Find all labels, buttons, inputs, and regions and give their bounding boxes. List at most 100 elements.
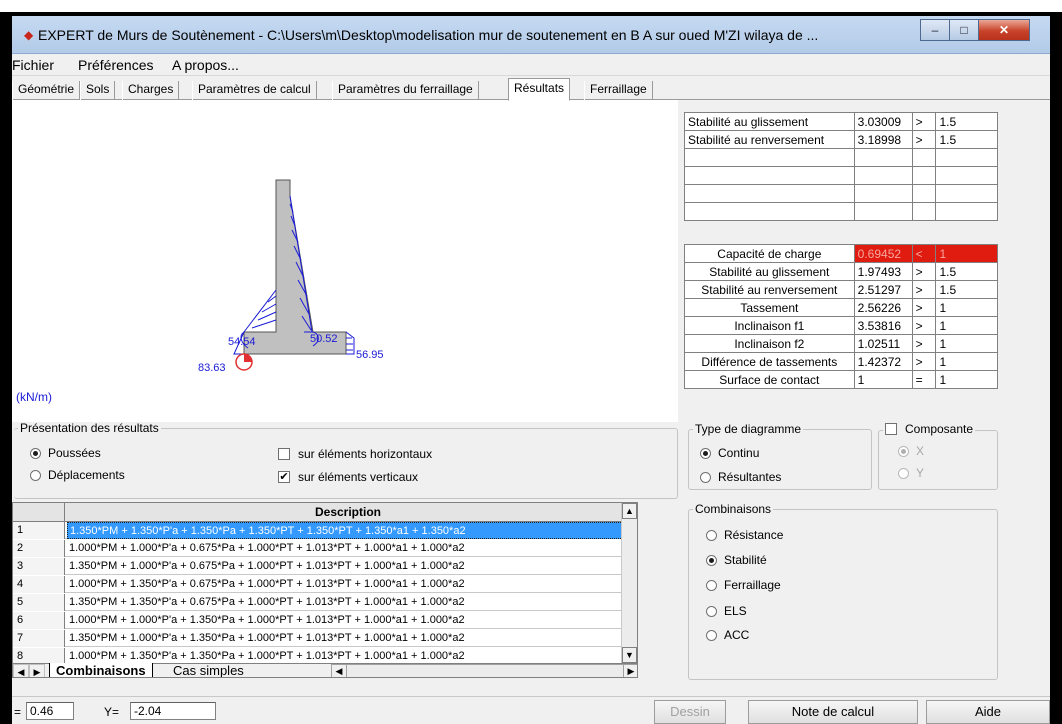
checkbox-composante[interactable]: Composante [885, 422, 973, 436]
radio-resistance[interactable]: Résistance [706, 528, 783, 542]
row-description[interactable]: 1.350*PM + 1.350*P'a + 1.350*Pa + 1.350*… [67, 522, 623, 539]
app-logo-icon[interactable]: ◆ [24, 29, 34, 41]
row-number[interactable]: 4 [13, 576, 65, 593]
tab-sols[interactable]: Sols [80, 81, 116, 100]
radio-stabilite[interactable]: Stabilité [706, 553, 767, 567]
row-number[interactable]: 1 [13, 522, 65, 539]
label-left-heel: 83.63 [198, 362, 226, 374]
title-bar: ◆ EXPERT de Murs de Soutènement - C:\Use… [12, 16, 1050, 54]
horizontal-scrollbar[interactable]: ◀ ▶ [331, 664, 637, 677]
menu-a-propos[interactable]: A propos... [172, 57, 239, 73]
table-row[interactable]: 3 1.350*PM + 1.000*P'a + 0.675*Pa + 1.000… [13, 558, 623, 575]
row-description[interactable]: 1.350*PM + 1.000*P'a + 0.675*Pa + 1.000*… [67, 558, 623, 575]
cell-op: > [911, 130, 937, 149]
radio-dot [700, 447, 711, 459]
combinations-grid[interactable]: Description 1 1.350*PM + 1.350*P'a + 1.35… [12, 502, 638, 678]
tab-parametres-ferraillage[interactable]: Paramètres du ferraillage [332, 81, 479, 100]
radio-ferraillage[interactable]: Ferraillage [706, 578, 781, 592]
table-row[interactable]: 4 1.000*PM + 1.350*P'a + 0.675*Pa + 1.000… [13, 576, 623, 593]
table-row[interactable]: 6 1.000*PM + 1.000*P'a + 1.350*Pa + 1.000… [13, 612, 623, 629]
row-number[interactable]: 2 [13, 540, 65, 557]
combinaisons-legend: Combinaisons [695, 502, 772, 516]
menu-bar: Fichier Préférences A propos... [12, 54, 1050, 76]
cell-threshold: 1 [935, 334, 998, 353]
radio-deplacements[interactable]: Déplacements [30, 468, 125, 482]
cell-threshold: 1.5 [935, 262, 998, 281]
row-description[interactable]: 1.350*PM + 1.350*P'a + 0.675*Pa + 1.000*… [67, 594, 623, 611]
radio-poussees[interactable]: Poussées [30, 446, 101, 460]
check-row: Inclinaison f2 1.02511 >1 [684, 334, 998, 353]
cell-op: > [911, 112, 937, 131]
close-button[interactable]: ✕ [978, 19, 1030, 41]
checkbox-verticaux[interactable]: ✔ sur éléments verticaux [278, 470, 418, 484]
cell-threshold [935, 184, 998, 203]
minimize-icon: – [931, 23, 939, 37]
radio-x[interactable]: X [898, 444, 924, 458]
note-de-calcul-button[interactable]: Note de calcul [748, 700, 918, 724]
tab-geometrie[interactable]: Géométrie [12, 81, 81, 100]
radio-label: Poussées [48, 446, 101, 460]
radio-label: X [916, 444, 925, 458]
radio-dot [30, 447, 41, 459]
minimize-button[interactable]: – [920, 19, 950, 41]
table-row[interactable]: 2 1.000*PM + 1.000*P'a + 0.675*Pa + 1.000… [13, 540, 623, 557]
menu-fichier[interactable]: Fichier [12, 57, 54, 73]
scroll-down-icon[interactable]: ▼ [622, 647, 637, 663]
sheet-next-icon[interactable]: ▶ [29, 664, 45, 677]
radio-acc[interactable]: ACC [706, 628, 749, 642]
row-description[interactable]: 1.350*PM + 1.000*P'a + 1.350*Pa + 1.000*… [67, 630, 623, 647]
row-description[interactable]: 1.000*PM + 1.000*P'a + 0.675*Pa + 1.000*… [67, 540, 623, 557]
stability-table: Stabilité au glissement 3.03009 >1.5 Stabil… [684, 112, 998, 221]
check-row: Surface de contact 1 = 1 [684, 370, 998, 389]
radio-continu[interactable]: Continu [700, 446, 759, 460]
tab-parametres-calcul[interactable]: Paramètres de calcul [192, 81, 317, 100]
cell-value: 1 [853, 370, 913, 389]
sheet-prev-icon[interactable]: ◀ [13, 664, 29, 677]
cell-threshold: 1 [935, 370, 998, 389]
scroll-up-icon[interactable]: ▲ [622, 503, 637, 519]
row-description[interactable]: 1.000*PM + 1.350*P'a + 0.675*Pa + 1.000*… [67, 576, 623, 593]
scroll-left-icon[interactable]: ◀ [332, 665, 347, 677]
sheet-tab-combinaisons[interactable]: Combinaisons [49, 663, 153, 677]
stability-row: Stabilité au renversement 3.18998 >1.5 [684, 130, 998, 149]
cell-threshold: 1 [935, 352, 998, 371]
dessin-button[interactable]: Dessin [654, 700, 726, 724]
tab-charges[interactable]: Charges [122, 81, 180, 100]
cell-threshold: 1.5 [935, 280, 998, 299]
cell-value: 1.02511 [853, 334, 913, 353]
maximize-button[interactable]: □ [949, 19, 979, 41]
cell-value: 2.56226 [853, 298, 913, 317]
main-tabs: Géométrie Sols Charges Paramètres de cal… [12, 78, 1050, 101]
tab-resultats[interactable]: Résultats [508, 78, 571, 101]
vertical-scrollbar[interactable]: ▲ ▼ [621, 503, 637, 663]
row-number[interactable]: 7 [13, 630, 65, 647]
tab-ferraillage[interactable]: Ferraillage [584, 81, 653, 100]
table-row[interactable]: 7 1.350*PM + 1.000*P'a + 1.350*Pa + 1.000… [13, 630, 623, 647]
radio-y[interactable]: Y [898, 466, 924, 480]
sheet-tab-cas-simples[interactable]: Cas simples [167, 663, 250, 677]
table-row[interactable]: 1 1.350*PM + 1.350*P'a + 1.350*Pa + 1.350… [13, 522, 623, 539]
row-number[interactable]: 6 [13, 612, 65, 629]
row-number[interactable]: 5 [13, 594, 65, 611]
cell-op: > [911, 352, 937, 371]
screen-border-right [1050, 16, 1062, 724]
checkbox-label: sur éléments horizontaux [298, 447, 433, 461]
cell-threshold [935, 148, 998, 167]
radio-resultantes[interactable]: Résultantes [700, 470, 781, 484]
row-description[interactable]: 1.000*PM + 1.000*P'a + 1.350*Pa + 1.000*… [67, 612, 623, 629]
radio-els[interactable]: ELS [706, 604, 747, 618]
checkbox-label: Composante [905, 422, 974, 436]
scroll-right-icon[interactable]: ▶ [623, 665, 637, 677]
aide-button[interactable]: Aide [926, 700, 1050, 724]
column-description[interactable]: Description [65, 505, 631, 519]
menu-preferences[interactable]: Préférences [78, 57, 153, 73]
cell-label: Surface de contact [684, 370, 855, 389]
checkmark-icon: ✔ [278, 471, 290, 483]
screen-border-left [0, 16, 12, 724]
row-number[interactable]: 3 [13, 558, 65, 575]
table-row[interactable]: 5 1.350*PM + 1.350*P'a + 0.675*Pa + 1.000… [13, 594, 623, 611]
diagram-canvas[interactable]: 83.63 54.54 50.52 56.95 (kN/m) [12, 100, 678, 422]
checkbox-horizontaux[interactable]: sur éléments horizontaux [278, 447, 432, 461]
cell-label [684, 148, 855, 167]
grid-corner [13, 503, 65, 522]
